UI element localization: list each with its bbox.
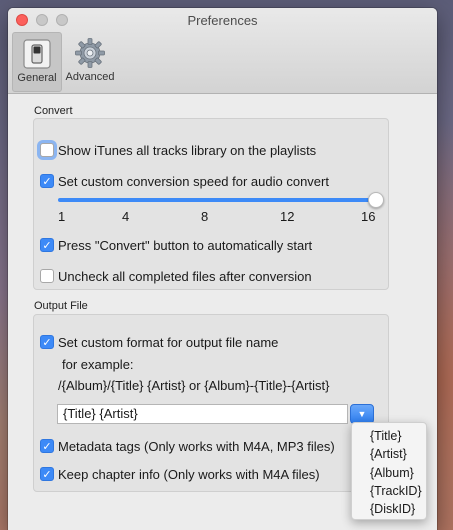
- speed-tick-label: 12: [280, 209, 295, 224]
- auto-start-option[interactable]: ✓ Press "Convert" button to automaticall…: [40, 236, 312, 254]
- uncheck-completed-label: Uncheck all completed files after conver…: [58, 268, 312, 284]
- custom-format-label: Set custom format for output file name: [58, 334, 279, 350]
- speed-tick-label: 16: [361, 209, 376, 224]
- custom-speed-option[interactable]: ✓ Set custom conversion speed for audio …: [40, 172, 329, 190]
- auto-start-checkbox[interactable]: ✓: [40, 238, 54, 252]
- show-itunes-option[interactable]: Show iTunes all tracks library on the pl…: [40, 141, 316, 159]
- chapter-info-label: Keep chapter info (Only works with M4A f…: [58, 466, 320, 482]
- menu-item-album[interactable]: {Album}: [370, 464, 426, 482]
- chapter-info-option[interactable]: ✓ Keep chapter info (Only works with M4A…: [40, 465, 320, 483]
- menu-item-artist[interactable]: {Artist}: [370, 445, 426, 463]
- speed-tick-label: 4: [122, 209, 130, 224]
- example-label: for example:: [62, 357, 134, 372]
- speed-slider-track[interactable]: [58, 198, 376, 202]
- uncheck-completed-checkbox[interactable]: [40, 269, 54, 283]
- custom-format-checkbox[interactable]: ✓: [40, 335, 54, 349]
- custom-speed-checkbox[interactable]: ✓: [40, 174, 54, 188]
- show-itunes-checkbox[interactable]: [40, 143, 54, 157]
- tab-general[interactable]: General: [12, 32, 62, 92]
- menu-item-diskid[interactable]: {DiskID}: [370, 500, 426, 518]
- uncheck-completed-option[interactable]: Uncheck all completed files after conver…: [40, 267, 312, 285]
- output-group: ✓ Set custom format for output file name…: [33, 314, 389, 492]
- title-bar: Preferences General Advanced: [8, 8, 437, 94]
- show-itunes-label: Show iTunes all tracks library on the pl…: [58, 142, 317, 158]
- window-title: Preferences: [187, 13, 258, 28]
- convert-group-title: Convert: [34, 105, 73, 117]
- menu-item-title[interactable]: {Title}: [370, 427, 426, 445]
- speed-tick-label: 1: [58, 209, 66, 224]
- auto-start-label: Press "Convert" button to automatically …: [58, 237, 313, 253]
- metadata-tags-label: Metadata tags (Only works with M4A, MP3 …: [58, 438, 335, 454]
- filename-format-input[interactable]: {Title} {Artist}: [57, 404, 348, 424]
- speed-slider-knob[interactable]: [368, 192, 384, 208]
- format-token-dropdown-button[interactable]: ▼: [350, 404, 374, 424]
- speed-tick-label: 8: [201, 209, 209, 224]
- format-token-menu: {Title} {Artist} {Album} {TrackID} {Disk…: [351, 422, 427, 520]
- convert-group: Show iTunes all tracks library on the pl…: [33, 118, 389, 290]
- output-group-title: Output File: [34, 300, 88, 312]
- metadata-tags-checkbox[interactable]: ✓: [40, 439, 54, 453]
- tab-advanced-label: Advanced: [65, 71, 115, 83]
- preferences-window: Preferences General Advanced Convert Sho…: [8, 8, 437, 530]
- custom-format-option[interactable]: ✓ Set custom format for output file name: [40, 333, 278, 351]
- switch-icon: [23, 39, 51, 69]
- chapter-info-checkbox[interactable]: ✓: [40, 467, 54, 481]
- chevron-down-icon: ▼: [357, 409, 367, 419]
- tab-advanced[interactable]: Advanced: [62, 32, 118, 92]
- menu-item-trackid[interactable]: {TrackID}: [370, 482, 426, 500]
- gear-icon: [75, 38, 105, 68]
- tab-general-label: General: [17, 72, 57, 84]
- example-text: /{Album}/{Title} {Artist} or {Album}-{Ti…: [58, 378, 330, 393]
- custom-speed-label: Set custom conversion speed for audio co…: [58, 173, 329, 189]
- metadata-tags-option[interactable]: ✓ Metadata tags (Only works with M4A, MP…: [40, 437, 335, 455]
